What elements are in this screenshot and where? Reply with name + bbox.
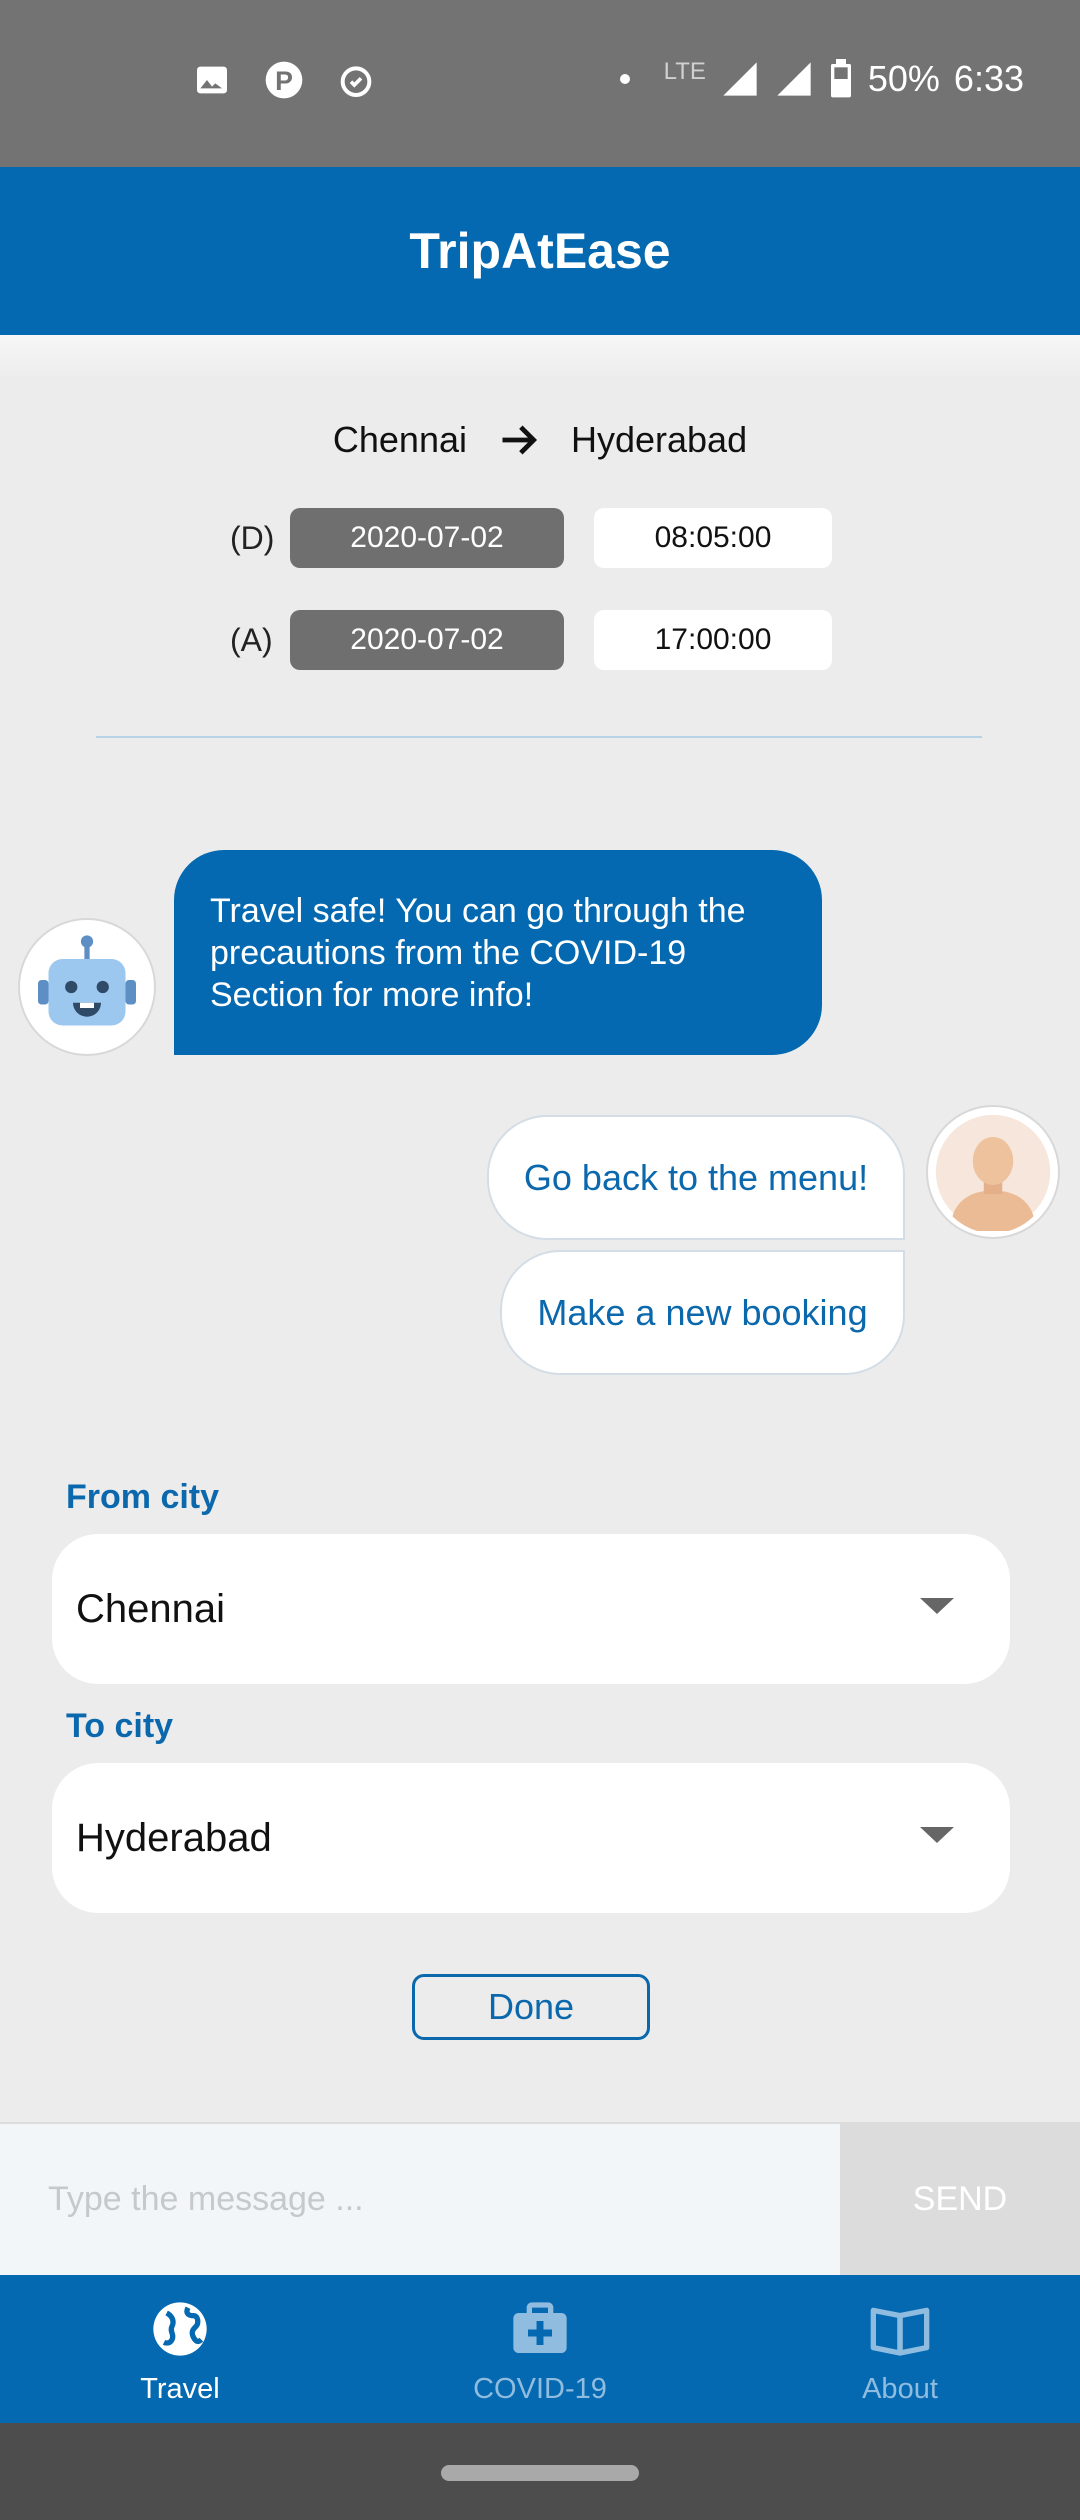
- status-indicators: LTE 50% 6:33: [619, 58, 1024, 100]
- image-icon: [197, 66, 227, 94]
- arrival-row: (A) 2020-07-02 17:00:00: [230, 610, 832, 670]
- chevron-down-icon: [920, 1598, 954, 1614]
- robot-icon: [38, 935, 136, 1026]
- arrival-date: 2020-07-02: [290, 610, 564, 670]
- arrival-label: (A): [230, 621, 273, 658]
- departure-date: 2020-07-02: [290, 508, 564, 568]
- nav-about[interactable]: About: [720, 2275, 1080, 2423]
- departure-row: (D) 2020-07-02 08:05:00: [230, 508, 832, 568]
- route-summary: Chennai Hyderabad: [0, 418, 1080, 462]
- globe-icon: [153, 2302, 207, 2356]
- parking-icon: P: [265, 61, 303, 99]
- nav-covid[interactable]: COVID-19: [360, 2275, 720, 2423]
- user-avatar: [926, 1105, 1060, 1239]
- route-to: Hyderabad: [570, 419, 748, 460]
- arrow-right-icon: [502, 425, 538, 455]
- signal-icon: [723, 62, 757, 96]
- chevron-down-icon: [920, 1827, 954, 1843]
- send-button[interactable]: SEND: [840, 2124, 1080, 2275]
- arrival-time: 17:00:00: [594, 610, 832, 670]
- to-city-value: Hyderabad: [76, 1815, 272, 1860]
- to-city-select[interactable]: Hyderabad: [52, 1763, 1010, 1913]
- to-city-label: To city: [66, 1707, 174, 1745]
- signal-icon-2: [777, 62, 811, 96]
- done-button[interactable]: Done: [412, 1974, 650, 2040]
- route-from: Chennai: [332, 419, 467, 460]
- battery-level: 50%: [867, 58, 940, 99]
- bot-message: Travel safe! You can go through the prec…: [174, 850, 822, 1055]
- nav-travel[interactable]: Travel: [0, 2275, 360, 2423]
- option-new-booking-button[interactable]: Make a new booking: [500, 1250, 905, 1375]
- nav-covid-label: COVID-19: [473, 2373, 607, 2405]
- option-go-back-button[interactable]: Go back to the menu!: [487, 1115, 905, 1240]
- app-bar: TripAtEase: [0, 167, 1080, 335]
- app-title: TripAtEase: [409, 223, 671, 279]
- message-bar: SEND: [0, 2122, 1080, 2275]
- network-type: LTE: [663, 58, 706, 85]
- departure-time: 08:05:00: [594, 508, 832, 568]
- medical-kit-icon: [513, 2302, 567, 2353]
- notification-icons: P: [192, 60, 376, 100]
- svg-text:P: P: [275, 66, 293, 96]
- bot-avatar: [18, 918, 156, 1056]
- home-gesture-handle[interactable]: [441, 2465, 639, 2481]
- bottom-nav: Travel COVID-19 About: [0, 2275, 1080, 2423]
- clock: 6:33: [953, 58, 1024, 99]
- battery-icon: [830, 59, 851, 98]
- app-bar-shadow: [0, 335, 1080, 380]
- status-bar: P LTE 50% 6:33: [0, 0, 1080, 167]
- divider: [96, 736, 982, 738]
- message-input[interactable]: [0, 2124, 840, 2275]
- nav-about-label: About: [862, 2373, 938, 2405]
- from-city-select[interactable]: Chennai: [52, 1534, 1010, 1684]
- from-city-value: Chennai: [76, 1586, 226, 1631]
- dot-icon: [619, 74, 630, 84]
- alarm-icon: [340, 66, 372, 97]
- from-city-label: From city: [66, 1478, 220, 1516]
- book-icon: [870, 2307, 930, 2356]
- nav-travel-label: Travel: [140, 2373, 220, 2405]
- departure-label: (D): [230, 519, 275, 556]
- user-icon: [935, 1114, 1051, 1231]
- system-nav-bar: [0, 2423, 1080, 2520]
